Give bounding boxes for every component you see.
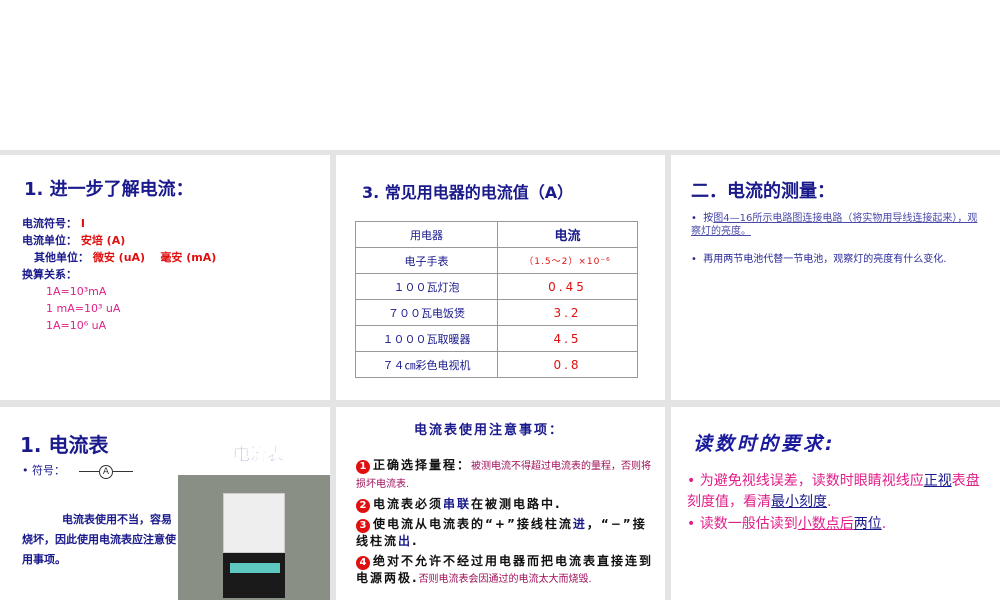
text: 使电流从电流表的“+”接线柱流 xyxy=(373,517,573,531)
note: 否则电流表会因通过的电流太大而烧毁. xyxy=(418,574,592,585)
value: 安培 (A) xyxy=(80,234,126,247)
highlight: 串联 xyxy=(443,497,472,511)
terminal-strip xyxy=(230,563,280,573)
list-item: 1 正确选择量程：被测电流不得超过电流表的量程，否则将损坏电流表. xyxy=(356,457,656,493)
meter-dial xyxy=(223,493,285,553)
value: 微安 (uA) xyxy=(92,251,146,264)
slide-title: 电流表使用注意事项： xyxy=(414,423,565,438)
bullet: • 按图4—16所示电路图连接电路（将实物用导线连接起来），观察灯的亮度。 xyxy=(691,213,978,237)
slide-thumbnail-5[interactable]: 电流表使用注意事项： 1 正确选择量程：被测电流不得超过电流表的量程，否则将损坏电… xyxy=(336,407,665,600)
symbol-row: • 符号： A xyxy=(22,462,133,479)
meter-base xyxy=(223,553,285,598)
slide-title: 二．电流的测量： xyxy=(691,181,835,202)
link[interactable]: 图4—16所示电路图连接电路（将实物用导线连接起来），观察灯的亮度。 xyxy=(691,213,977,237)
label: 换算关系： xyxy=(22,268,77,281)
table-row: ７４㎝彩色电视机 0.8 xyxy=(355,351,638,378)
table-row: 电子手表 （1.5～2）×10⁻⁶ xyxy=(355,247,638,274)
number-badge-icon: 1 xyxy=(356,460,370,474)
cell: ７００瓦电饭煲 xyxy=(355,299,498,326)
text: 再用两节电池代替一节电池，观察灯的亮度有什么变化. xyxy=(703,254,947,265)
slide-thumbnail-2[interactable]: 3. 常见用电器的电流值（A） 用电器 电流 电子手表 （1.5～2）×10⁻⁶ １… xyxy=(336,155,665,400)
ammeter-symbol-icon: A xyxy=(99,465,113,479)
table-header: 电流 xyxy=(497,221,638,248)
bullet: • 为避免视线误差，读数时眼睛视线应正视表盘刻度值，看清最小刻度. xyxy=(687,473,980,510)
cell: 4.5 xyxy=(497,325,638,352)
value: 毫安 (mA) xyxy=(160,251,217,264)
slide-thumbnail-4[interactable]: 1. 电流表 电流表 • 符号： A 电流表使用不当，容易烧坏，因此使用电流表应注… xyxy=(0,407,330,600)
emphasis: 两位 xyxy=(853,516,882,532)
bullet: • 读数一般估读到小数点后两位. xyxy=(687,516,887,532)
highlight: 出 xyxy=(398,534,413,548)
emphasis: 正视 xyxy=(923,473,952,489)
conversion: 1 mA=10³ uA xyxy=(46,302,121,315)
slide-thumbnail-3[interactable]: 二．电流的测量： • 按图4—16所示电路图连接电路（将实物用导线连接起来），观… xyxy=(671,155,1000,400)
text: 读数一般估读到 xyxy=(699,516,798,532)
label: 电流单位： xyxy=(22,234,77,247)
cell: 0.8 xyxy=(497,351,638,378)
slide-title: 1. 电流表 xyxy=(20,433,109,457)
emphasis: 小数点后 xyxy=(797,516,854,532)
table-row: １０００瓦取暖器 4.5 xyxy=(355,325,638,352)
conversion: 1A=10³mA xyxy=(46,285,107,298)
text: . xyxy=(827,494,832,510)
bullet: • 再用两节电池代替一节电池，观察灯的亮度有什么变化. xyxy=(691,254,947,265)
current-table: 用电器 电流 电子手表 （1.5～2）×10⁻⁶ １００瓦灯泡 0.45 ７００瓦电饭… xyxy=(355,221,638,378)
cell: ７４㎝彩色电视机 xyxy=(355,351,498,378)
table-row: １００瓦灯泡 0.45 xyxy=(355,273,638,300)
text: 电流表必须 xyxy=(373,497,444,511)
slide-body: 电流表使用不当，容易烧坏，因此使用电流表应注意使用事项。 xyxy=(22,513,176,566)
number-badge-icon: 3 xyxy=(356,519,370,533)
text: 为避免视线误差，读数时眼睛视线应 xyxy=(699,473,924,489)
text: . xyxy=(881,516,887,532)
emphasis: 最小刻度 xyxy=(771,494,827,510)
ammeter-photo xyxy=(178,475,330,600)
table-row: ７００瓦电饭煲 3.2 xyxy=(355,299,638,326)
text: 在被测电路中. xyxy=(471,497,562,511)
slide-thumbnail-6[interactable]: 读数时的要求: • 为避免视线误差，读数时眼睛视线应正视表盘刻度值，看清最小刻度… xyxy=(671,407,1000,600)
label: 其他单位： xyxy=(34,251,89,264)
label: 电流符号： xyxy=(22,217,77,230)
conversion: 1A=10⁶ uA xyxy=(46,319,107,332)
slide-title: 3. 常见用电器的电流值（A） xyxy=(362,183,574,202)
slide-title: 1. 进一步了解电流： xyxy=(24,179,194,200)
image-title: 电流表 xyxy=(233,445,285,466)
cell: 电子手表 xyxy=(355,247,498,274)
slide-body: 电流符号： I 电流单位： 安培 (A) 其他单位： 微安 (uA) 毫安 (m… xyxy=(22,215,216,334)
text: . xyxy=(412,534,419,548)
text: 正确选择量程： xyxy=(373,458,472,472)
value: I xyxy=(80,217,85,230)
cell: （1.5～2）×10⁻⁶ xyxy=(497,247,638,274)
list-item: 4 绝对不允许不经过用电器而把电流表直接连到电源两极.否则电流表会因通过的电流太大… xyxy=(356,553,656,588)
cell: 3.2 xyxy=(497,299,638,326)
number-badge-icon: 2 xyxy=(356,499,370,513)
slide-thumbnail-1[interactable]: 1. 进一步了解电流： 电流符号： I 电流单位： 安培 (A) 其他单位： 微… xyxy=(0,155,330,400)
cell: 0.45 xyxy=(497,273,638,300)
highlight: 进 xyxy=(572,517,587,531)
list-item: 3 使电流从电流表的“+”接线柱流进，“−”接线柱流出. xyxy=(356,516,656,550)
slide-title: 读数时的要求: xyxy=(693,433,836,455)
text: 按 xyxy=(703,213,714,224)
table-header: 用电器 xyxy=(355,221,498,248)
cell: １００瓦灯泡 xyxy=(355,273,498,300)
list-item: 2 电流表必须串联在被测电路中. xyxy=(356,496,656,513)
notes-list: 1 正确选择量程：被测电流不得超过电流表的量程，否则将损坏电流表. 2 电流表必须串… xyxy=(356,457,656,588)
number-badge-icon: 4 xyxy=(356,556,370,570)
cell: １０００瓦取暖器 xyxy=(355,325,498,352)
